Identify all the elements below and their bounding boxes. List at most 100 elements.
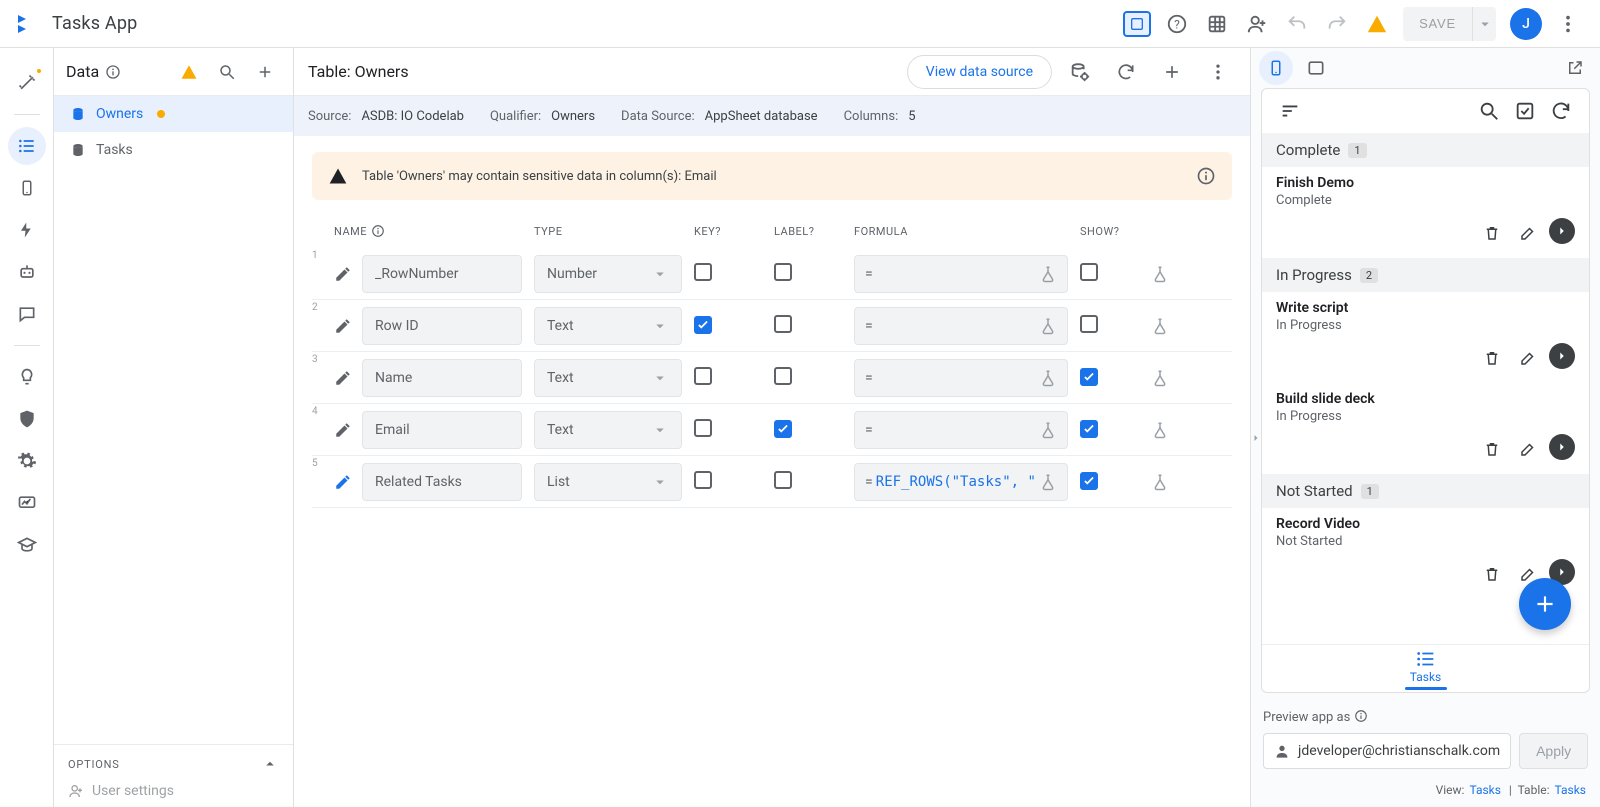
checkbox[interactable] (1080, 472, 1098, 490)
warning-icon[interactable] (1357, 4, 1397, 44)
sort-icon[interactable] (1272, 93, 1308, 129)
preview-email-input[interactable]: jdeveloper@christianschalk.com (1263, 733, 1511, 769)
table-more-icon[interactable] (1200, 54, 1236, 90)
user-settings[interactable]: User settings (54, 779, 293, 807)
card-edit[interactable] (1513, 434, 1543, 464)
checkbox[interactable] (694, 263, 712, 281)
data-add-icon[interactable] (249, 56, 281, 88)
preview-open[interactable] (1558, 51, 1592, 85)
rail-chat[interactable] (8, 295, 46, 333)
undo-icon[interactable] (1277, 4, 1317, 44)
save-dropdown[interactable] (1472, 7, 1496, 41)
rail-bolt[interactable] (8, 211, 46, 249)
name-cell[interactable]: _RowNumber (362, 255, 522, 293)
checkbox[interactable] (694, 419, 712, 437)
edit-icon[interactable] (334, 265, 352, 283)
beaker-icon[interactable] (1140, 369, 1180, 387)
card-edit[interactable] (1513, 343, 1543, 373)
preview-search-icon[interactable] (1471, 93, 1507, 129)
add-column-icon[interactable] (1154, 54, 1190, 90)
checkbox[interactable] (774, 263, 792, 281)
formula-cell[interactable]: = (854, 307, 1068, 345)
beaker-icon[interactable] (1140, 317, 1180, 335)
group-header[interactable]: Not Started1 (1262, 474, 1589, 508)
apply-button[interactable]: Apply (1519, 733, 1588, 769)
datasource-item[interactable]: Tasks (54, 132, 293, 168)
preview-toggle[interactable] (1123, 11, 1151, 37)
fab-add[interactable] (1519, 578, 1571, 630)
edit-icon[interactable] (334, 369, 352, 387)
checkbox[interactable] (1080, 420, 1098, 438)
checkbox[interactable] (774, 315, 792, 333)
rail-wand[interactable] (8, 64, 46, 102)
name-cell[interactable]: Related Tasks (362, 463, 522, 501)
type-cell[interactable]: List (534, 463, 682, 501)
rail-shield[interactable] (8, 400, 46, 438)
rail-monitor[interactable] (8, 484, 46, 522)
type-cell[interactable]: Text (534, 359, 682, 397)
grid-icon[interactable] (1197, 4, 1237, 44)
group-header[interactable]: In Progress2 (1262, 258, 1589, 292)
checkbox[interactable] (1080, 315, 1098, 333)
redo-icon[interactable] (1317, 4, 1357, 44)
select-icon[interactable] (1507, 93, 1543, 129)
regenerate-icon[interactable] (1062, 54, 1098, 90)
card-delete[interactable] (1477, 218, 1507, 248)
type-cell[interactable]: Number (534, 255, 682, 293)
card-delete[interactable] (1477, 343, 1507, 373)
bottom-nav[interactable]: Tasks (1262, 644, 1589, 692)
rail-robot[interactable] (8, 253, 46, 291)
save-button[interactable]: SAVE (1403, 7, 1472, 41)
more-icon[interactable] (1548, 4, 1588, 44)
checkbox[interactable] (694, 316, 712, 334)
card-open[interactable] (1549, 434, 1575, 460)
checkbox[interactable] (774, 420, 792, 438)
task-card[interactable]: Write scriptIn Progress (1262, 292, 1589, 383)
type-cell[interactable]: Text (534, 307, 682, 345)
options-toggle[interactable]: OPTIONS (54, 744, 293, 779)
info-icon[interactable] (105, 64, 121, 80)
avatar[interactable]: J (1510, 8, 1542, 40)
data-search-icon[interactable] (211, 56, 243, 88)
help-icon[interactable] (1157, 4, 1197, 44)
edit-icon[interactable] (334, 421, 352, 439)
view-data-source[interactable]: View data source (907, 55, 1052, 89)
preview-tablet[interactable] (1299, 51, 1333, 85)
beaker-icon[interactable] (1140, 473, 1180, 491)
name-cell[interactable]: Name (362, 359, 522, 397)
name-cell[interactable]: Row ID (362, 307, 522, 345)
beaker-icon[interactable] (1140, 421, 1180, 439)
task-card[interactable]: Build slide deckIn Progress (1262, 383, 1589, 474)
card-delete[interactable] (1477, 559, 1507, 589)
formula-cell[interactable]: = (854, 411, 1068, 449)
datasource-item[interactable]: Owners (54, 96, 293, 132)
name-cell[interactable]: Email (362, 411, 522, 449)
checkbox[interactable] (1080, 263, 1098, 281)
data-warn-icon[interactable] (173, 56, 205, 88)
formula-cell[interactable]: = REF_ROWS("Tasks", " (854, 463, 1068, 501)
card-delete[interactable] (1477, 434, 1507, 464)
card-open[interactable] (1549, 218, 1575, 244)
warning-info-icon[interactable] (1196, 166, 1216, 186)
checkbox[interactable] (694, 367, 712, 385)
checkbox[interactable] (774, 367, 792, 385)
checkbox[interactable] (774, 471, 792, 489)
preview-phone[interactable] (1259, 51, 1293, 85)
group-header[interactable]: Complete1 (1262, 133, 1589, 167)
formula-cell[interactable]: = (854, 359, 1068, 397)
card-edit[interactable] (1513, 218, 1543, 248)
rail-device[interactable] (8, 169, 46, 207)
preview-refresh-icon[interactable] (1543, 93, 1579, 129)
rail-data[interactable] (8, 127, 46, 165)
checkbox[interactable] (1080, 368, 1098, 386)
edit-icon[interactable] (334, 473, 352, 491)
edit-icon[interactable] (334, 317, 352, 335)
type-cell[interactable]: Text (534, 411, 682, 449)
share-icon[interactable] (1237, 4, 1277, 44)
task-card[interactable]: Finish DemoComplete (1262, 167, 1589, 258)
rail-gear[interactable] (8, 442, 46, 480)
formula-cell[interactable]: = (854, 255, 1068, 293)
beaker-icon[interactable] (1140, 265, 1180, 283)
checkbox[interactable] (694, 471, 712, 489)
rail-bulb[interactable] (8, 358, 46, 396)
